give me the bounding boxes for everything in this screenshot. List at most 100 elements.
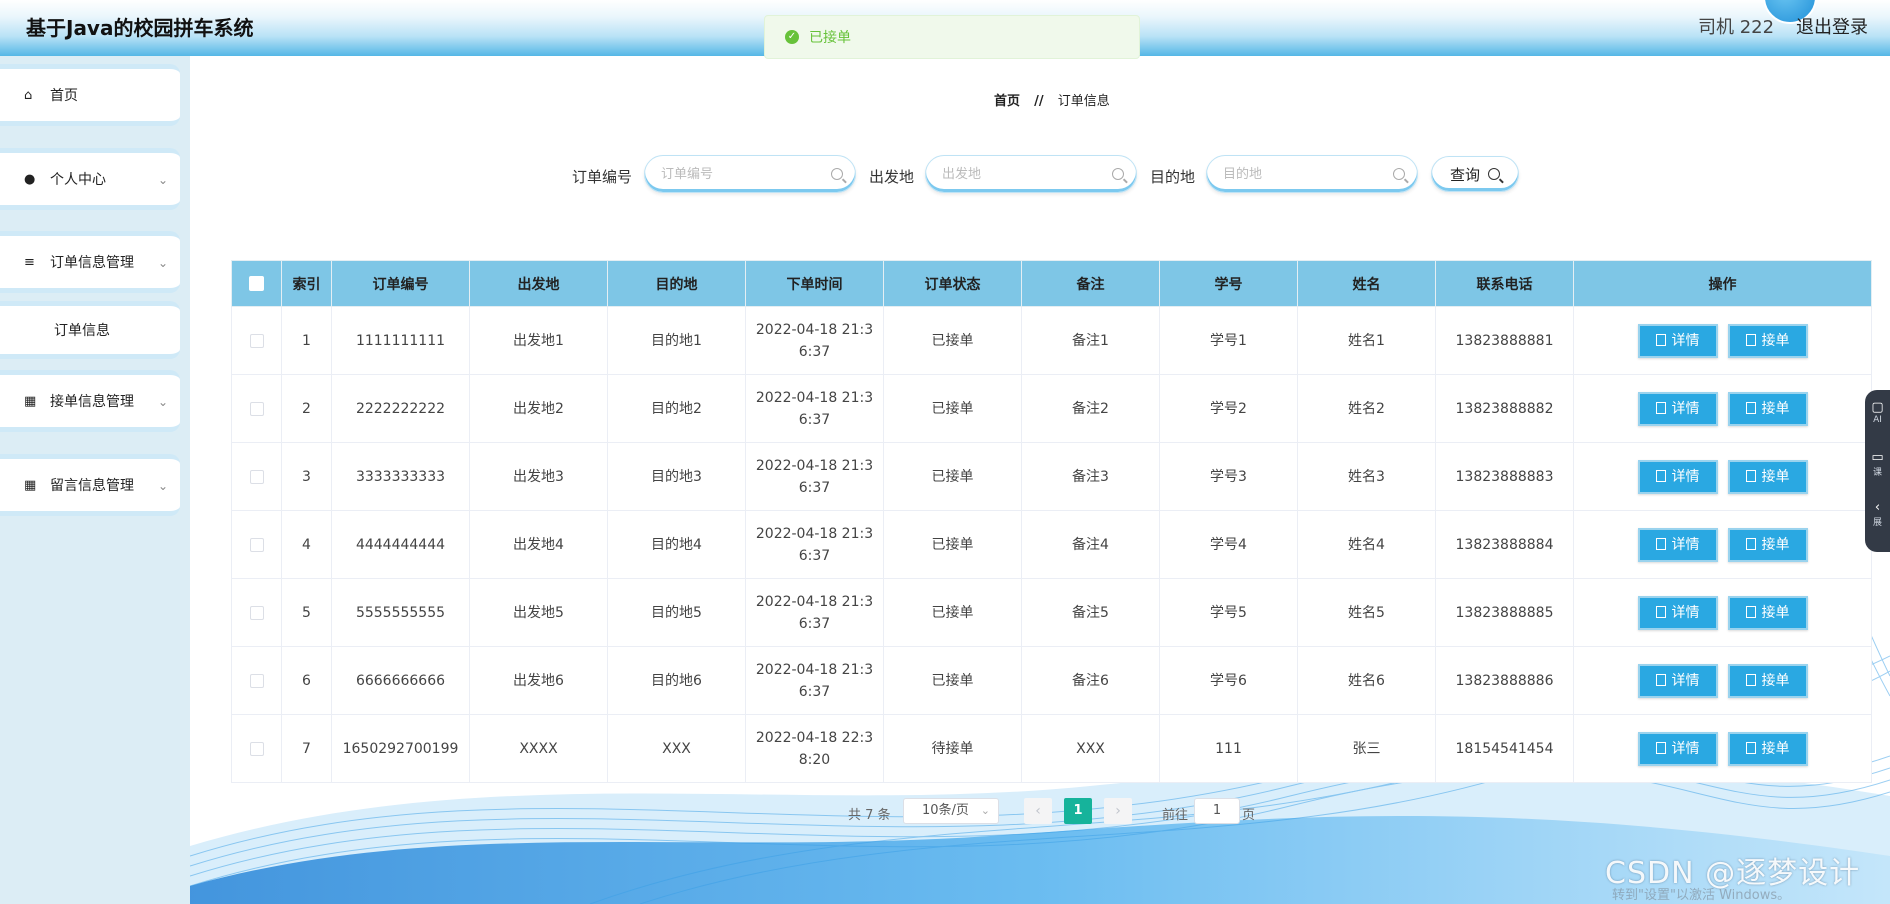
column-header: 目的地 [607,260,746,307]
order-time-line: 2022-04-18 22:3 [755,729,874,746]
sidebar-item-accept-management[interactable]: ▦ 接单信息管理 ⌄ [0,370,180,432]
table-header-row: 索引 订单编号 出发地 目的地 下单时间 订单状态 备注 学号 姓名 联系电话 … [231,260,1872,307]
cell-name: 姓名1 [1297,306,1436,375]
cell-order-time: 2022-04-18 21:3 6:37 [745,510,884,579]
accept-button-label: 接单 [1761,672,1790,689]
order-time-line: 2022-04-18 21:3 [755,593,874,610]
detail-button-label: 详情 [1671,604,1700,621]
accept-button[interactable]: 接单 [1727,663,1808,698]
cell-actions: 详情 接单 [1573,442,1872,511]
logout-link[interactable]: 退出登录 [1796,13,1868,39]
table-body: 1 1111111111 出发地1 目的地1 2022-04-18 21:3 6:37 已接… [231,306,1872,783]
search-icon [831,168,843,180]
accept-button[interactable]: 接单 [1727,391,1808,426]
accept-button[interactable]: 接单 [1727,731,1808,766]
float-item-label: 课 [1872,468,1882,478]
breadcrumb-home[interactable]: 首页 [994,94,1020,109]
query-button[interactable]: 查询 [1431,156,1519,192]
detail-button[interactable]: 详情 [1637,459,1718,494]
table-row: 7 1650292700199 XXXX XXX 2022-04-18 22:3 8:20… [231,714,1872,783]
detail-button[interactable]: 详情 [1637,391,1718,426]
row-select-cell[interactable] [231,306,282,375]
detail-button[interactable]: 详情 [1637,323,1718,358]
row-checkbox[interactable] [249,605,264,620]
row-select-cell[interactable] [231,374,282,443]
detail-button[interactable]: 详情 [1637,663,1718,698]
row-checkbox[interactable] [249,673,264,688]
origin-field[interactable] [925,155,1137,193]
float-item-label: AI [1873,415,1882,425]
cell-index: 2 [281,374,332,443]
row-checkbox[interactable] [249,537,264,552]
float-item-expand[interactable]: ‹ 展 [1865,490,1890,540]
accept-button[interactable]: 接单 [1727,323,1808,358]
cell-order-time: 2022-04-18 22:3 8:20 [745,714,884,783]
current-page-button[interactable]: 1 [1064,798,1092,824]
chevron-down-icon: ⌄ [157,395,168,409]
check-circle-icon: ✓ [785,30,799,44]
sidebar-item-order-info[interactable]: 订单信息 [0,301,180,359]
sidebar-item-home[interactable]: ⌂ 首页 [0,64,180,126]
order-time-line: 2022-04-18 21:3 [755,457,874,474]
page-size-select[interactable]: 10条/页 ⌄ [903,798,999,824]
row-select-cell[interactable] [231,578,282,647]
sidebar-item-label: 首页 [50,88,78,104]
accept-button[interactable]: 接单 [1727,595,1808,630]
cell-origin: 出发地3 [469,442,608,511]
accept-button[interactable]: 接单 [1727,459,1808,494]
row-select-cell[interactable] [231,442,282,511]
accept-button[interactable]: 接单 [1727,527,1808,562]
row-checkbox[interactable] [249,401,264,416]
row-checkbox[interactable] [249,741,264,756]
dest-input[interactable] [1221,165,1393,183]
cell-order-no: 1650292700199 [331,714,470,783]
sidebar-item-label: 订单信息 [54,323,110,339]
cell-note: 备注4 [1021,510,1160,579]
order-no-field[interactable] [644,155,856,193]
origin-input[interactable] [940,165,1112,183]
cell-note: 备注5 [1021,578,1160,647]
select-all-checkbox[interactable] [249,276,264,291]
breadcrumb: 首页 // 订单信息 [994,90,1110,109]
float-item-ai[interactable]: ▢ AI [1865,390,1890,440]
float-item-course[interactable]: ▭ 课 [1865,440,1890,490]
cell-order-no: 2222222222 [331,374,470,443]
row-checkbox[interactable] [249,469,264,484]
order-time-line: 8:20 [798,751,831,768]
cell-order-time: 2022-04-18 21:3 6:37 [745,646,884,715]
row-select-cell[interactable] [231,646,282,715]
dest-field[interactable] [1206,155,1418,193]
detail-button[interactable]: 详情 [1637,731,1718,766]
sidebar-item-order-management[interactable]: ≡ 订单信息管理 ⌄ [0,231,180,293]
cell-index: 5 [281,578,332,647]
order-time-line: 6:37 [798,479,831,496]
row-select-cell[interactable] [231,510,282,579]
column-header: 学号 [1159,260,1298,307]
detail-button[interactable]: 详情 [1637,527,1718,562]
cell-actions: 详情 接单 [1573,306,1872,375]
select-all-cell[interactable] [231,260,282,307]
accept-button-label: 接单 [1761,536,1790,553]
order-no-input[interactable] [659,165,831,183]
sidebar-item-profile[interactable]: ● 个人中心 ⌄ [0,148,180,210]
cell-order-time: 2022-04-18 21:3 6:37 [745,306,884,375]
current-user: 司机 222 [1698,17,1775,38]
detail-button[interactable]: 详情 [1637,595,1718,630]
search-icon [1488,168,1500,180]
page-suffix: 页 [1242,808,1256,823]
cell-phone: 13823888881 [1435,306,1574,375]
cell-name: 姓名6 [1297,646,1436,715]
next-page-button[interactable]: › [1104,798,1132,824]
prev-page-button[interactable]: ‹ [1024,798,1052,824]
row-select-cell[interactable] [231,714,282,783]
goto-page-input[interactable]: 1 [1194,798,1240,824]
row-checkbox[interactable] [249,333,264,348]
order-no-label: 订单编号 [572,168,633,186]
cell-status: 已接单 [883,510,1022,579]
cell-dest: 目的地5 [607,578,746,647]
table-row: 5 5555555555 出发地5 目的地5 2022-04-18 21:3 6:37 已接… [231,578,1872,647]
accept-button-label: 接单 [1761,332,1790,349]
sidebar-item-message-management[interactable]: ▦ 留言信息管理 ⌄ [0,454,180,516]
cell-phone: 13823888883 [1435,442,1574,511]
cell-name: 姓名3 [1297,442,1436,511]
